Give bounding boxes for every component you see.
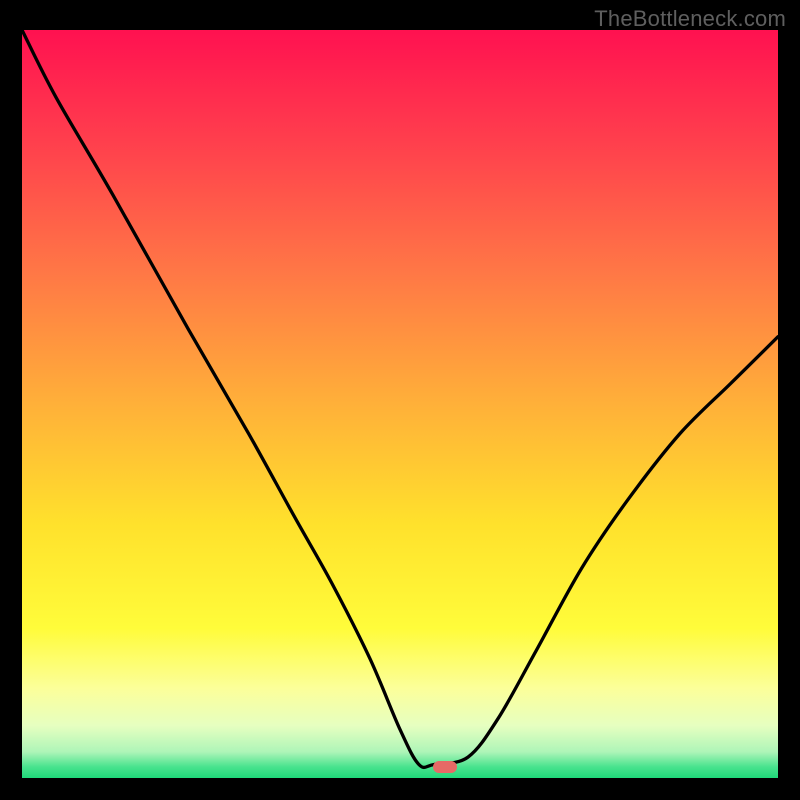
site-watermark: TheBottleneck.com	[594, 6, 786, 32]
plot-area	[22, 30, 778, 778]
chart-frame: TheBottleneck.com	[0, 0, 800, 800]
bottleneck-curve	[22, 30, 778, 778]
optimum-marker	[433, 761, 457, 773]
